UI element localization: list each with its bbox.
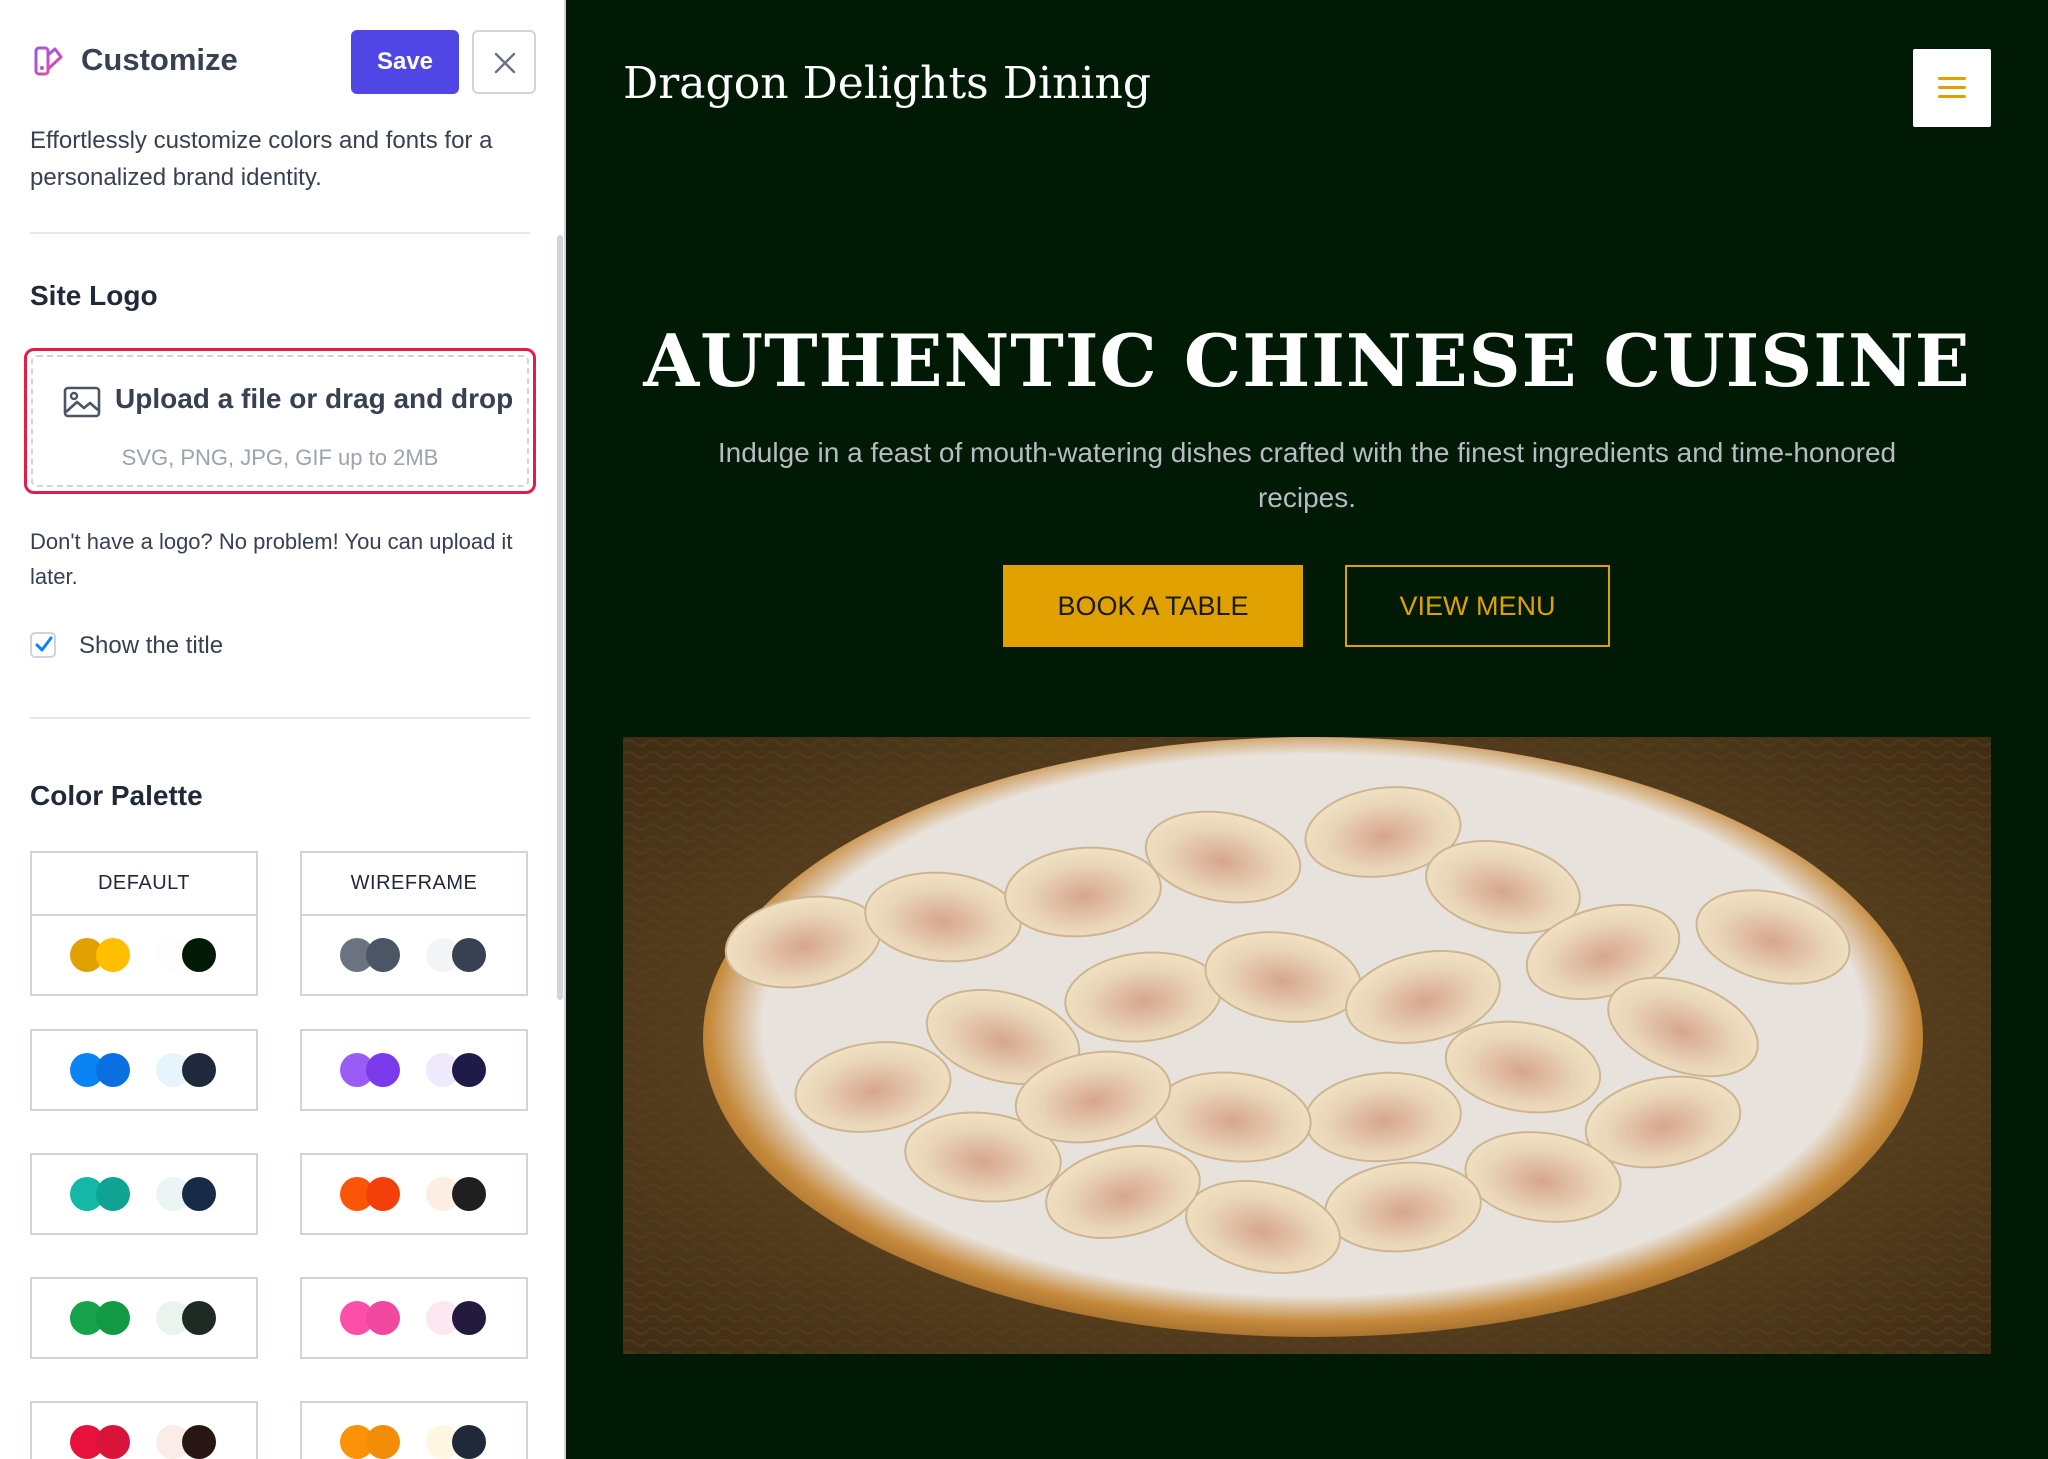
site-title: Dragon Delights Dining: [623, 58, 1151, 109]
show-title-checkbox[interactable]: [30, 632, 56, 658]
upload-hint: SVG, PNG, JPG, GIF up to 2MB: [121, 445, 439, 470]
menu-icon: [1938, 95, 1966, 98]
panel-header: Customize Save: [30, 30, 536, 94]
logo-upload-dropzone[interactable]: Upload a file or drag and drop SVG, PNG,…: [24, 348, 536, 494]
palette-brush-icon: [34, 46, 63, 76]
hero-title: AUTHENTIC CHINESE CUISINE: [643, 318, 1971, 403]
hero-subtitle: Indulge in a feast of mouth-watering dis…: [717, 437, 1897, 513]
logo-note: Don't have a logo? No problem! You can u…: [30, 529, 513, 589]
show-title-label[interactable]: Show the title: [79, 632, 223, 660]
site-logo-heading: Site Logo: [30, 280, 158, 311]
upload-dropzone-inner[interactable]: Upload a file or drag and drop SVG, PNG,…: [31, 355, 529, 487]
palette-option[interactable]: DEFAULT: [30, 851, 258, 996]
view-menu-button[interactable]: VIEW MENU: [1345, 565, 1610, 647]
palette-option[interactable]: [30, 1029, 258, 1111]
palette-option[interactable]: [300, 1029, 528, 1111]
palette-option[interactable]: [300, 1277, 528, 1359]
color-swatch: [366, 938, 400, 972]
palette-option[interactable]: [30, 1153, 258, 1235]
palette-swatches: [302, 916, 526, 994]
color-swatch: [366, 1425, 400, 1459]
book-table-button[interactable]: BOOK A TABLE: [1003, 565, 1303, 647]
check-icon: [35, 636, 53, 652]
palette-swatches: [302, 1279, 526, 1357]
color-swatch: [96, 1425, 130, 1459]
dumplings-photo: [623, 737, 1991, 1354]
hero-image-dumplings: [623, 737, 1991, 1354]
color-swatch: [452, 938, 486, 972]
color-swatch: [366, 1177, 400, 1211]
color-swatch: [182, 938, 216, 972]
palette-swatches: [302, 1155, 526, 1233]
image-icon: [63, 386, 101, 418]
color-swatch: [452, 1177, 486, 1211]
color-swatch: [96, 1177, 130, 1211]
close-icon: [494, 52, 516, 74]
color-swatch: [96, 938, 130, 972]
color-swatch: [96, 1053, 130, 1087]
palette-swatches: [302, 1403, 526, 1459]
palette-option[interactable]: [300, 1153, 528, 1235]
palette-name: WIREFRAME: [302, 853, 526, 916]
palette-swatches: [32, 1031, 256, 1109]
divider: [30, 717, 530, 719]
palette-option[interactable]: [30, 1277, 258, 1359]
divider: [30, 232, 530, 234]
color-swatch: [452, 1425, 486, 1459]
palette-name: DEFAULT: [32, 853, 256, 916]
panel-title: Customize: [81, 42, 238, 77]
hamburger-menu-button[interactable]: [1913, 49, 1991, 127]
palette-swatches: [302, 1031, 526, 1109]
save-button[interactable]: Save: [351, 30, 459, 94]
panel-description: Effortlessly customize colors and fonts …: [30, 127, 493, 191]
site-preview: Dragon Delights Dining AUTHENTIC CHINESE…: [566, 0, 2048, 1459]
palette-option[interactable]: WIREFRAME: [300, 851, 528, 996]
color-swatch: [366, 1301, 400, 1335]
color-swatch: [452, 1053, 486, 1087]
color-swatch: [182, 1425, 216, 1459]
customize-panel: Customize Save Effortlessly customize co…: [0, 0, 566, 1459]
color-swatch: [366, 1053, 400, 1087]
close-button[interactable]: [472, 30, 536, 94]
color-swatch: [182, 1177, 216, 1211]
upload-label[interactable]: Upload a file or drag and drop: [115, 383, 513, 415]
palette-swatches: [32, 1279, 256, 1357]
palette-swatches: [32, 1155, 256, 1233]
menu-icon: [1938, 86, 1966, 89]
color-swatch: [182, 1301, 216, 1335]
color-swatch: [182, 1053, 216, 1087]
palette-swatches: [32, 1403, 256, 1459]
color-swatch: [452, 1301, 486, 1335]
menu-icon: [1938, 77, 1966, 80]
palette-option[interactable]: [300, 1401, 528, 1459]
panel-scrollbar[interactable]: [557, 235, 563, 1000]
color-swatch: [96, 1301, 130, 1335]
palette-swatches: [32, 916, 256, 994]
color-palette-heading: Color Palette: [30, 780, 203, 811]
palette-option[interactable]: [30, 1401, 258, 1459]
